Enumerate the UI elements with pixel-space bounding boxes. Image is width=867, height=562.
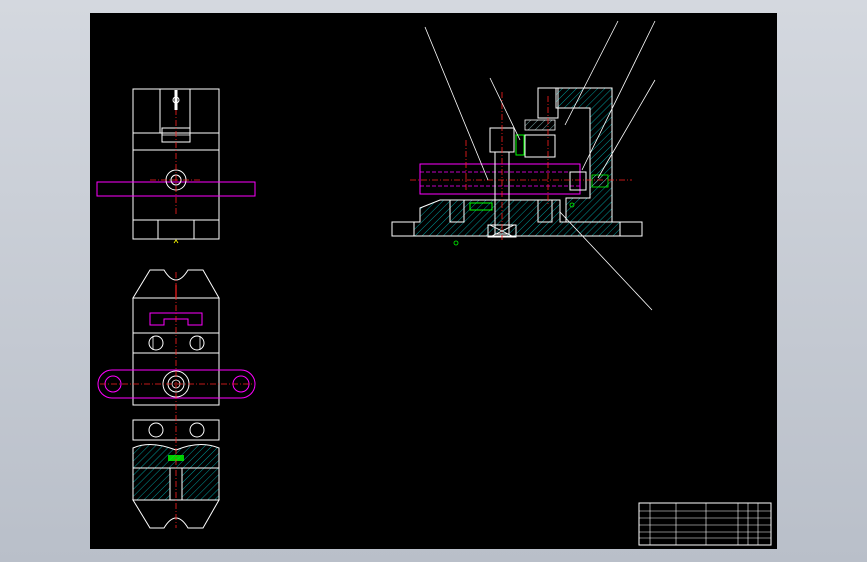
support-column <box>555 87 613 223</box>
leader-lines <box>424 20 656 311</box>
drawing-canvas <box>96 20 772 546</box>
screw-left-top <box>148 335 164 351</box>
title-block-frame <box>638 502 772 546</box>
screw-right-bottom <box>189 422 205 438</box>
leader-line <box>489 77 521 141</box>
top-view <box>97 269 256 529</box>
shaft-hidden <box>419 163 581 195</box>
front-view <box>96 88 256 244</box>
side-nut <box>569 171 587 191</box>
screw-left-bottom <box>148 422 164 438</box>
title-block <box>638 502 772 546</box>
lever-arm <box>97 369 256 399</box>
leader-line <box>424 26 489 181</box>
screw-right-top <box>189 335 205 351</box>
view-marker <box>173 239 179 244</box>
